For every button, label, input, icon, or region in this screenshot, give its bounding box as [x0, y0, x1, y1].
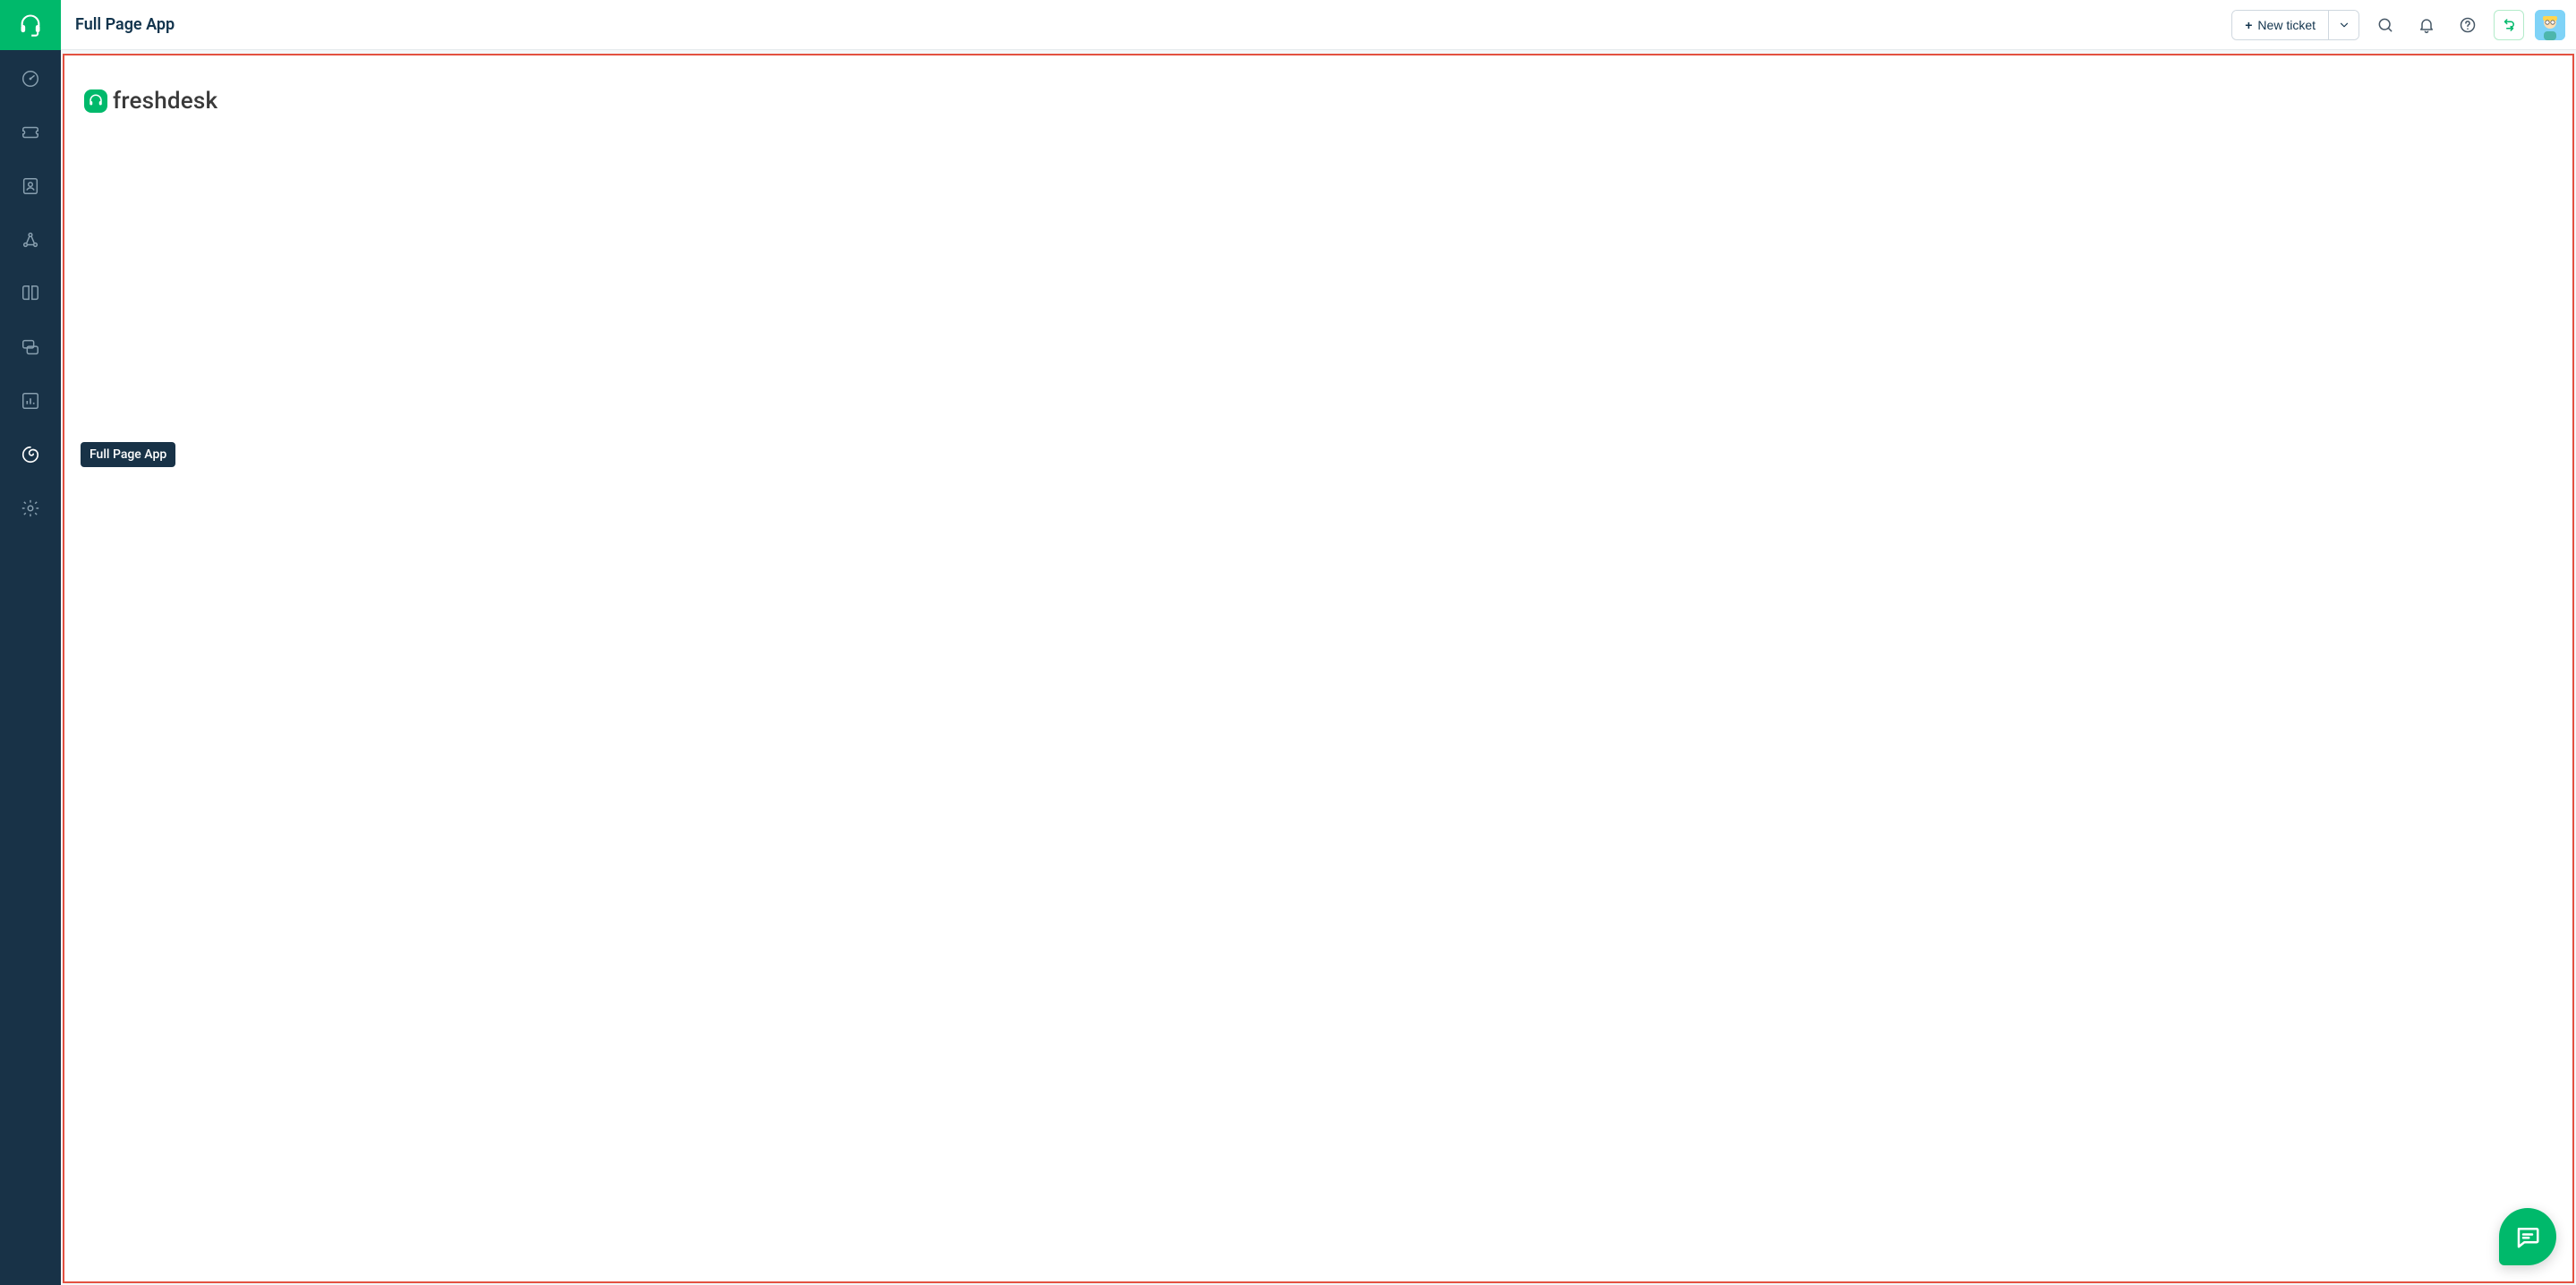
search-button[interactable] — [2370, 10, 2401, 40]
app-brand-text: freshdesk — [113, 88, 218, 115]
search-icon — [2376, 16, 2394, 34]
main-column: Full Page App + New ticket — [61, 0, 2576, 1285]
topbar: Full Page App + New ticket — [61, 0, 2576, 50]
help-button[interactable] — [2452, 10, 2483, 40]
sidebar-item-contacts[interactable] — [18, 174, 43, 199]
bell-icon — [2418, 16, 2435, 34]
help-icon — [2459, 16, 2477, 34]
chat-bubbles-icon — [21, 337, 40, 357]
chat-icon — [2514, 1223, 2541, 1250]
sidebar-item-tickets[interactable] — [18, 120, 43, 145]
new-ticket-group: + New ticket — [2231, 10, 2359, 40]
network-icon — [21, 230, 40, 250]
sidebar-nav: Full Page App — [0, 50, 61, 521]
ticket-icon — [21, 123, 40, 142]
sidebar: Full Page App — [0, 0, 61, 1285]
app-brand: freshdesk — [84, 88, 2553, 115]
bar-chart-icon — [21, 391, 40, 411]
profile-avatar[interactable] — [2535, 10, 2565, 40]
freshworks-switcher[interactable] — [2494, 10, 2524, 40]
sidebar-item-full-page-app[interactable]: Full Page App — [18, 442, 43, 467]
brand-logo[interactable] — [0, 0, 61, 50]
sidebar-item-solutions[interactable] — [18, 281, 43, 306]
notifications-button[interactable] — [2411, 10, 2442, 40]
headset-icon — [18, 13, 43, 38]
chevron-down-icon — [2338, 19, 2350, 31]
book-icon — [21, 284, 40, 303]
sidebar-item-social[interactable] — [18, 227, 43, 252]
sidebar-item-forums[interactable] — [18, 335, 43, 360]
content-wrap: freshdesk — [61, 50, 2576, 1285]
avatar-icon — [2535, 10, 2565, 40]
app-iframe-region: freshdesk — [63, 54, 2574, 1283]
sidebar-tooltip: Full Page App — [81, 442, 175, 467]
sidebar-item-analytics[interactable] — [18, 388, 43, 413]
contact-icon — [21, 176, 40, 196]
sync-icon — [2501, 17, 2517, 33]
headset-icon — [88, 93, 104, 109]
gauge-icon — [21, 69, 40, 89]
sidebar-item-dashboard[interactable] — [18, 66, 43, 91]
new-ticket-dropdown[interactable] — [2328, 11, 2358, 39]
plus-icon: + — [2245, 18, 2252, 32]
new-ticket-label: New ticket — [2257, 18, 2316, 32]
sidebar-item-admin[interactable] — [18, 496, 43, 521]
swirl-icon — [21, 445, 40, 464]
new-ticket-button[interactable]: + New ticket — [2232, 11, 2328, 39]
app-brand-badge — [84, 89, 107, 113]
gear-icon — [21, 498, 40, 518]
page-title: Full Page App — [72, 15, 175, 34]
chat-widget-button[interactable] — [2499, 1208, 2556, 1265]
